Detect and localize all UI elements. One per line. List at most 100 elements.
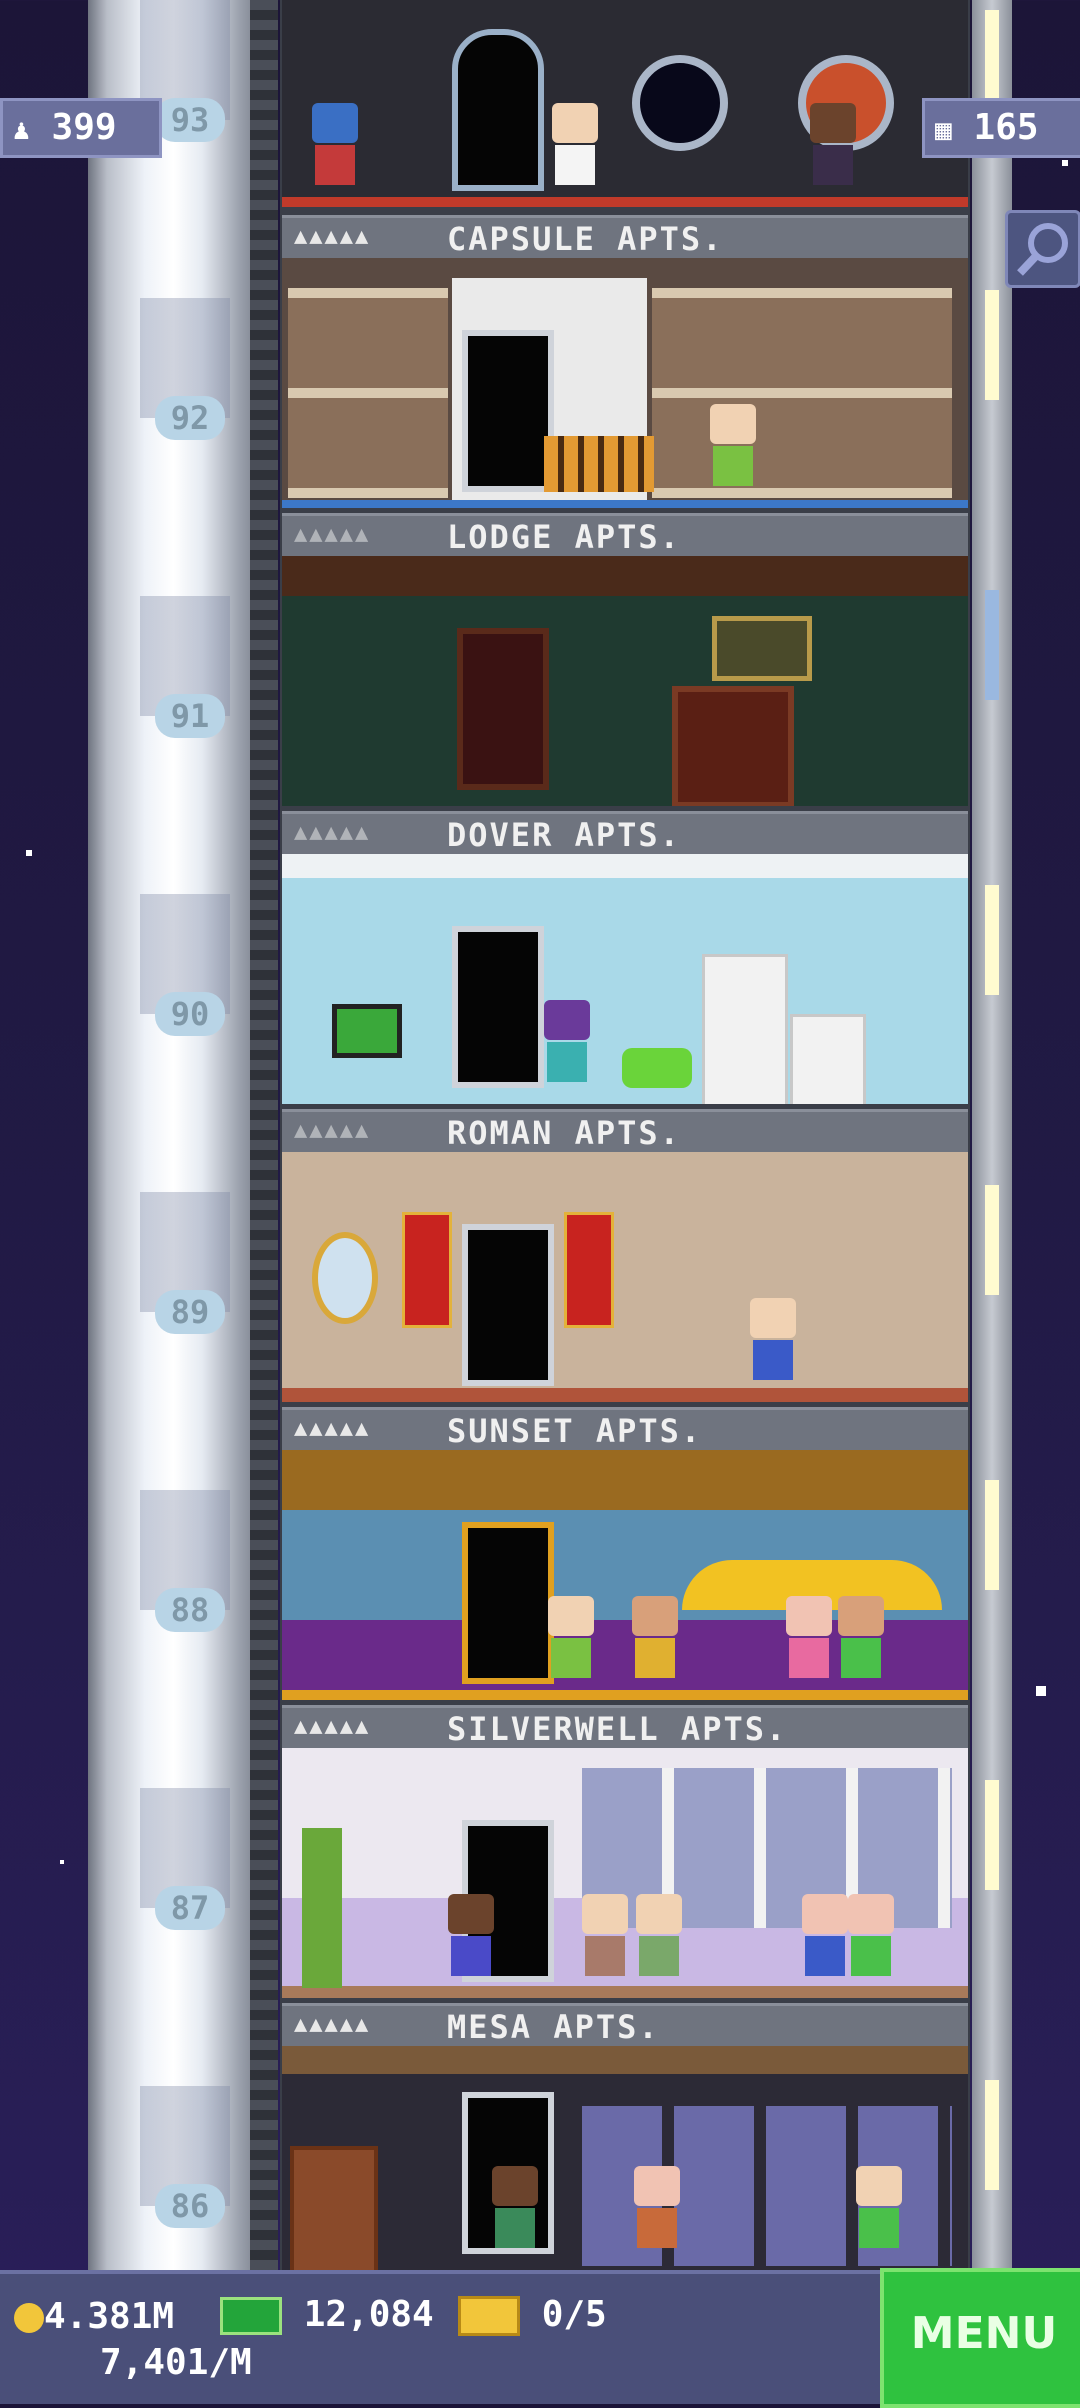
- resident[interactable]: [552, 103, 598, 191]
- coins-value: 4.381M: [44, 2296, 175, 2337]
- resident[interactable]: [802, 1894, 848, 1982]
- painting: [712, 616, 812, 681]
- window-light: [985, 2080, 999, 2190]
- resident[interactable]: [710, 404, 756, 492]
- resident[interactable]: [544, 1000, 590, 1088]
- resident[interactable]: [848, 1894, 894, 1982]
- rating-stars: ▲▲▲▲▲: [294, 820, 371, 845]
- population-counter[interactable]: ♟ 399: [0, 98, 162, 158]
- floor-90-room[interactable]: [282, 854, 968, 1104]
- room-floor-strip: [282, 1388, 968, 1402]
- pet-tiger[interactable]: [544, 436, 654, 492]
- floor-number-90: 90: [155, 992, 225, 1036]
- room-door[interactable]: [462, 330, 554, 492]
- floor-number-89: 89: [155, 1290, 225, 1334]
- resident[interactable]: [750, 1298, 796, 1386]
- floor-number-92: 92: [155, 396, 225, 440]
- room-door[interactable]: [462, 1522, 554, 1684]
- floor-name: DOVER APTS.: [447, 816, 681, 854]
- resident[interactable]: [786, 1596, 832, 1684]
- floor-label-mesa[interactable]: ▲▲▲▲▲ MESA APTS.: [282, 2003, 968, 2049]
- floor-number-86: 86: [155, 2184, 225, 2228]
- resident[interactable]: [856, 2166, 902, 2254]
- window-light: [985, 290, 999, 400]
- floor-88-room[interactable]: [282, 1450, 968, 1700]
- floor-label-capsule[interactable]: ▲▲▲▲▲ CAPSULE APTS.: [282, 215, 968, 261]
- rating-stars: ▲▲▲▲▲: [294, 224, 371, 249]
- window-light: [985, 1780, 999, 1890]
- floor-label-lodge[interactable]: ▲▲▲▲▲ LODGE APTS.: [282, 513, 968, 559]
- floor-number-88: 88: [155, 1588, 225, 1632]
- floor-label-silverwell[interactable]: ▲▲▲▲▲ SILVERWELL APTS.: [282, 1705, 968, 1751]
- room-door[interactable]: [457, 628, 549, 790]
- window-light: [985, 1480, 999, 1590]
- resident[interactable]: [312, 103, 358, 191]
- coins-display[interactable]: 4.381M: [14, 2296, 174, 2337]
- resident[interactable]: [448, 1894, 494, 1982]
- resident[interactable]: [636, 1894, 682, 1982]
- star: [60, 1860, 64, 1864]
- potted-palm: [302, 1828, 342, 1988]
- window-light: [985, 885, 999, 995]
- resident[interactable]: [838, 1596, 884, 1684]
- ticket-icon: [458, 2296, 520, 2336]
- capsule-shelves: [652, 288, 952, 498]
- tickets-value: 0/5: [541, 2294, 607, 2335]
- room-floor-strip: [282, 1986, 968, 1998]
- kitchen-stove: [790, 1014, 866, 1104]
- bux-value: 12,084: [303, 2294, 434, 2335]
- resident[interactable]: [810, 103, 856, 191]
- floor-89-room[interactable]: [282, 1152, 968, 1402]
- fireplace: [672, 686, 794, 806]
- tickets-display[interactable]: 0/5: [458, 2294, 607, 2336]
- wood-beams: [282, 556, 968, 596]
- floor-name: CAPSULE APTS.: [447, 220, 724, 258]
- zoom-button[interactable]: [1005, 210, 1080, 288]
- capsule-shelves: [288, 288, 448, 498]
- resident[interactable]: [492, 2166, 538, 2254]
- floor-86-room[interactable]: [282, 2046, 968, 2270]
- income-rate: 7,401/M: [100, 2342, 252, 2383]
- floor-92-room[interactable]: [282, 258, 968, 508]
- floor-name: SILVERWELL APTS.: [447, 1710, 788, 1748]
- pet-dinosaur[interactable]: [622, 1048, 692, 1088]
- resident[interactable]: [582, 1894, 628, 1982]
- floor-number-91: 91: [155, 694, 225, 738]
- person-icon: ♟: [13, 113, 30, 146]
- tv-set: [332, 1004, 402, 1058]
- resident[interactable]: [634, 2166, 680, 2254]
- bux-icon: [220, 2297, 282, 2335]
- room-door[interactable]: [452, 29, 544, 191]
- floor-name: ROMAN APTS.: [447, 1114, 681, 1152]
- floor-name: SUNSET APTS.: [447, 1412, 703, 1450]
- star: [1036, 1686, 1046, 1696]
- floor-name: LODGE APTS.: [447, 518, 681, 556]
- star: [26, 850, 32, 856]
- menu-button[interactable]: MENU: [880, 2268, 1080, 2408]
- ceiling: [282, 854, 968, 878]
- floor-counter[interactable]: ▦ 165: [922, 98, 1080, 158]
- room-floor-strip: [282, 1690, 968, 1700]
- bux-display[interactable]: 12,084: [220, 2294, 434, 2335]
- rating-stars: ▲▲▲▲▲: [294, 2012, 371, 2037]
- floor-label-roman[interactable]: ▲▲▲▲▲ ROMAN APTS.: [282, 1109, 968, 1155]
- floor-number-87: 87: [155, 1886, 225, 1930]
- room-door[interactable]: [462, 1224, 554, 1386]
- resident[interactable]: [548, 1596, 594, 1684]
- building-icon: ▦: [935, 113, 952, 146]
- floor-label-sunset[interactable]: ▲▲▲▲▲ SUNSET APTS.: [282, 1407, 968, 1453]
- floor-name: MESA APTS.: [447, 2008, 660, 2046]
- mirror: [312, 1232, 378, 1324]
- room-floor-strip: [282, 500, 968, 508]
- kitchen-fridge: [702, 954, 788, 1104]
- floor-91-room[interactable]: [282, 556, 968, 806]
- resident[interactable]: [632, 1596, 678, 1684]
- window-light: [985, 1185, 999, 1295]
- floor-93-room[interactable]: [282, 0, 968, 207]
- rating-stars: ▲▲▲▲▲: [294, 1118, 371, 1143]
- floor-label-dover[interactable]: ▲▲▲▲▲ DOVER APTS.: [282, 811, 968, 857]
- room-door[interactable]: [452, 926, 544, 1088]
- wood-beams: [282, 2046, 968, 2074]
- floor-87-room[interactable]: [282, 1748, 968, 1998]
- rating-stars: ▲▲▲▲▲: [294, 1714, 371, 1739]
